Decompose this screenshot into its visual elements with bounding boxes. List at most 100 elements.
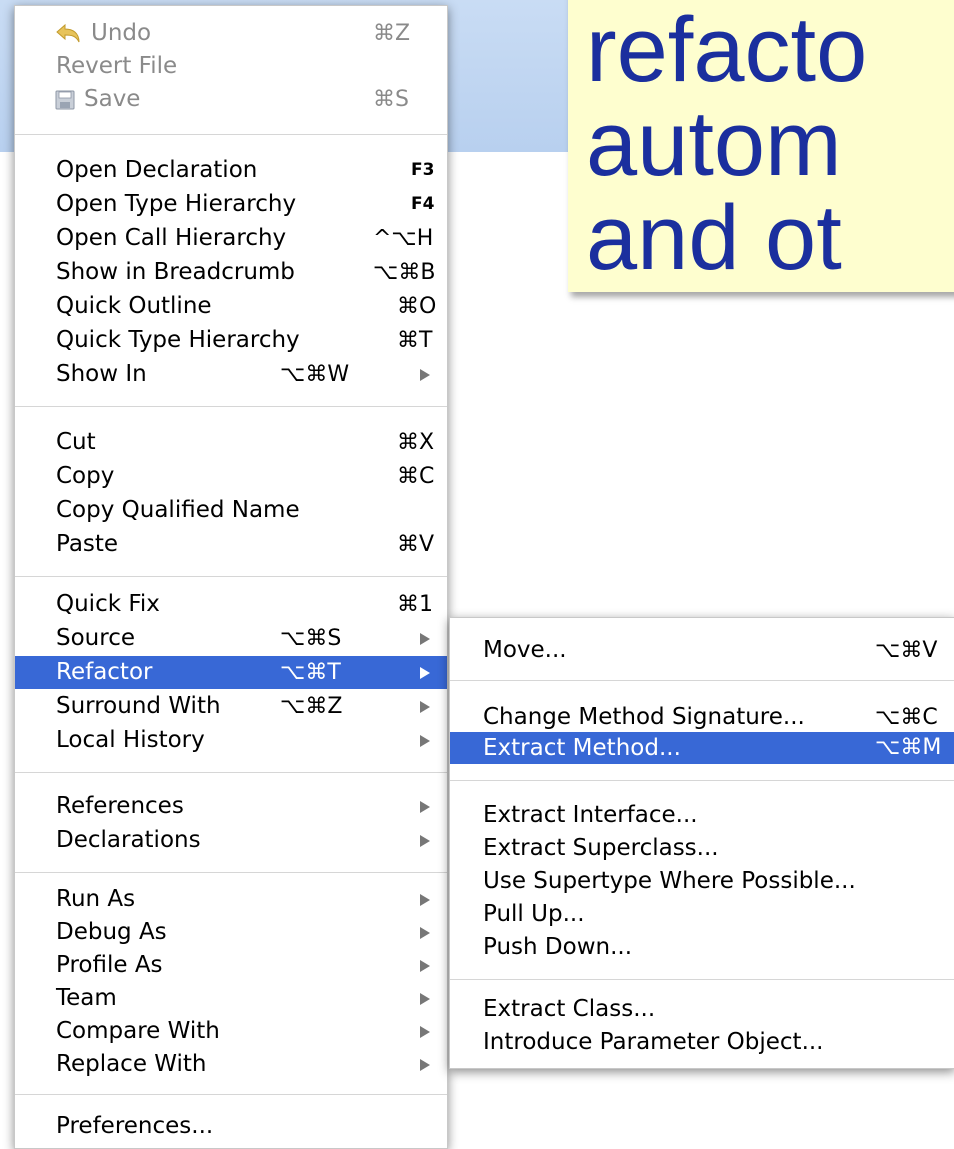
menu-item-label: Show in Breadcrumb bbox=[56, 259, 295, 285]
menu-item-label: Revert File bbox=[56, 53, 178, 79]
menu-item-save[interactable]: Save ⌘S bbox=[15, 83, 447, 116]
submenu-arrow-icon bbox=[420, 835, 430, 847]
menu-item-shortcut: ⌥⌘B bbox=[373, 260, 436, 285]
menu-item-local-history[interactable]: Local History bbox=[15, 724, 447, 757]
submenu-item-extract-interface[interactable]: Extract Interface... bbox=[450, 799, 954, 832]
menu-item-show-in-breadcrumb[interactable]: Show in Breadcrumb ⌥⌘B bbox=[15, 256, 447, 289]
submenu-arrow-icon bbox=[420, 667, 430, 679]
submenu-item-move[interactable]: Move... ⌥⌘V bbox=[450, 634, 954, 667]
menu-item-label: Move... bbox=[483, 637, 567, 663]
menu-item-label: Save bbox=[84, 86, 141, 112]
floppy-disk-icon bbox=[55, 90, 75, 110]
menu-item-quick-type-hierarchy[interactable]: Quick Type Hierarchy ⌘T bbox=[15, 324, 447, 357]
menu-item-cut[interactable]: Cut ⌘X bbox=[15, 426, 447, 459]
menu-item-show-in[interactable]: Show In ⌥⌘W bbox=[15, 358, 447, 391]
menu-item-shortcut: ⌥⌘M bbox=[875, 735, 942, 760]
menu-item-shortcut: ⌥⌘C bbox=[875, 705, 938, 730]
menu-item-label: Quick Type Hierarchy bbox=[56, 327, 300, 353]
menu-item-shortcut: ⌘X bbox=[397, 430, 435, 455]
menu-item-shortcut: ⌥⌘S bbox=[280, 626, 342, 651]
slide-callout: refacto autom and ot bbox=[568, 0, 954, 292]
menu-item-open-type-hierarchy[interactable]: Open Type Hierarchy F4 bbox=[15, 188, 447, 221]
submenu-item-extract-method[interactable]: Extract Method... ⌥⌘M bbox=[450, 732, 954, 764]
menu-item-label: Quick Fix bbox=[56, 591, 160, 617]
menu-item-shortcut: F4 bbox=[411, 194, 435, 214]
menu-separator bbox=[15, 772, 447, 773]
submenu-arrow-icon bbox=[420, 1059, 430, 1071]
menu-item-label: Undo bbox=[91, 20, 152, 46]
callout-line-2: autom bbox=[586, 93, 842, 195]
menu-item-label: Pull Up... bbox=[483, 901, 585, 927]
submenu-item-introduce-parameter-object[interactable]: Introduce Parameter Object... bbox=[450, 1026, 954, 1059]
menu-item-label: Preferences... bbox=[56, 1113, 214, 1139]
submenu-item-use-supertype[interactable]: Use Supertype Where Possible... bbox=[450, 865, 954, 898]
menu-item-copy[interactable]: Copy ⌘C bbox=[15, 460, 447, 493]
menu-item-declarations[interactable]: Declarations bbox=[15, 824, 447, 857]
menu-item-label: References bbox=[56, 793, 184, 819]
submenu-item-change-method-signature[interactable]: Change Method Signature... ⌥⌘C bbox=[450, 701, 954, 734]
menu-item-paste[interactable]: Paste ⌘V bbox=[15, 528, 447, 561]
menu-item-run-as[interactable]: Run As bbox=[15, 883, 447, 916]
context-menu: Undo ⌘Z Revert File Save ⌘S Open Declara… bbox=[14, 5, 448, 1149]
menu-item-label: Surround With bbox=[56, 693, 221, 719]
menu-item-source[interactable]: Source ⌥⌘S bbox=[15, 622, 447, 655]
menu-item-shortcut: ^⌥H bbox=[373, 226, 434, 251]
menu-item-open-declaration[interactable]: Open Declaration F3 bbox=[15, 154, 447, 187]
menu-item-label: Paste bbox=[56, 531, 119, 557]
menu-item-label: Debug As bbox=[56, 919, 167, 945]
menu-item-label: Introduce Parameter Object... bbox=[483, 1029, 824, 1055]
submenu-arrow-icon bbox=[420, 369, 430, 381]
menu-item-revert-file[interactable]: Revert File bbox=[15, 50, 447, 83]
menu-item-profile-as[interactable]: Profile As bbox=[15, 949, 447, 982]
submenu-arrow-icon bbox=[420, 927, 430, 939]
menu-item-team[interactable]: Team bbox=[15, 982, 447, 1015]
menu-item-quick-outline[interactable]: Quick Outline ⌘O bbox=[15, 290, 447, 323]
menu-item-shortcut: ⌘O bbox=[397, 294, 437, 319]
submenu-item-extract-class[interactable]: Extract Class... bbox=[450, 993, 954, 1026]
menu-item-shortcut: ⌥⌘T bbox=[280, 660, 341, 685]
menu-separator bbox=[15, 134, 447, 135]
menu-item-shortcut: ⌘T bbox=[397, 328, 433, 353]
menu-item-label: Team bbox=[56, 985, 117, 1011]
submenu-item-pull-up[interactable]: Pull Up... bbox=[450, 898, 954, 931]
menu-item-label: Run As bbox=[56, 886, 136, 912]
menu-item-label: Show In bbox=[56, 361, 147, 387]
menu-item-copy-qualified-name[interactable]: Copy Qualified Name bbox=[15, 494, 447, 527]
menu-item-replace-with[interactable]: Replace With bbox=[15, 1048, 447, 1081]
submenu-arrow-icon bbox=[420, 633, 430, 645]
menu-item-compare-with[interactable]: Compare With bbox=[15, 1015, 447, 1048]
menu-item-shortcut: ⌥⌘V bbox=[875, 638, 938, 663]
menu-item-shortcut: ⌘S bbox=[373, 87, 409, 112]
submenu-arrow-icon bbox=[420, 701, 430, 713]
menu-item-label: Open Declaration bbox=[56, 157, 258, 183]
menu-item-shortcut: ⌥⌘Z bbox=[280, 694, 343, 719]
callout-line-3: and ot bbox=[586, 187, 842, 289]
submenu-arrow-icon bbox=[420, 993, 430, 1005]
refactor-submenu: Move... ⌥⌘V Change Method Signature... ⌥… bbox=[449, 617, 954, 1069]
submenu-item-push-down[interactable]: Push Down... bbox=[450, 931, 954, 964]
menu-item-surround-with[interactable]: Surround With ⌥⌘Z bbox=[15, 690, 447, 723]
menu-item-label: Push Down... bbox=[483, 934, 633, 960]
submenu-arrow-icon bbox=[420, 1026, 430, 1038]
menu-item-refactor[interactable]: Refactor ⌥⌘T bbox=[15, 656, 447, 689]
menu-item-shortcut: ⌘1 bbox=[397, 592, 433, 617]
menu-item-label: Cut bbox=[56, 429, 96, 455]
menu-item-shortcut: ⌘Z bbox=[373, 21, 411, 46]
menu-item-label: Profile As bbox=[56, 952, 163, 978]
menu-item-references[interactable]: References bbox=[15, 790, 447, 823]
menu-item-label: Replace With bbox=[56, 1051, 207, 1077]
menu-item-undo[interactable]: Undo ⌘Z bbox=[15, 17, 447, 50]
menu-item-open-call-hierarchy[interactable]: Open Call Hierarchy ^⌥H bbox=[15, 222, 447, 255]
menu-item-label: Copy Qualified Name bbox=[56, 497, 300, 523]
menu-item-label: Extract Class... bbox=[483, 996, 656, 1022]
menu-item-shortcut: ⌘V bbox=[397, 532, 435, 557]
menu-item-quick-fix[interactable]: Quick Fix ⌘1 bbox=[15, 588, 447, 621]
menu-item-debug-as[interactable]: Debug As bbox=[15, 916, 447, 949]
menu-separator bbox=[15, 872, 447, 873]
menu-separator bbox=[450, 780, 954, 781]
menu-item-preferences[interactable]: Preferences... bbox=[15, 1110, 447, 1143]
menu-item-label: Extract Method... bbox=[483, 735, 681, 761]
menu-item-label: Copy bbox=[56, 463, 115, 489]
submenu-item-extract-superclass[interactable]: Extract Superclass... bbox=[450, 832, 954, 865]
submenu-arrow-icon bbox=[420, 960, 430, 972]
